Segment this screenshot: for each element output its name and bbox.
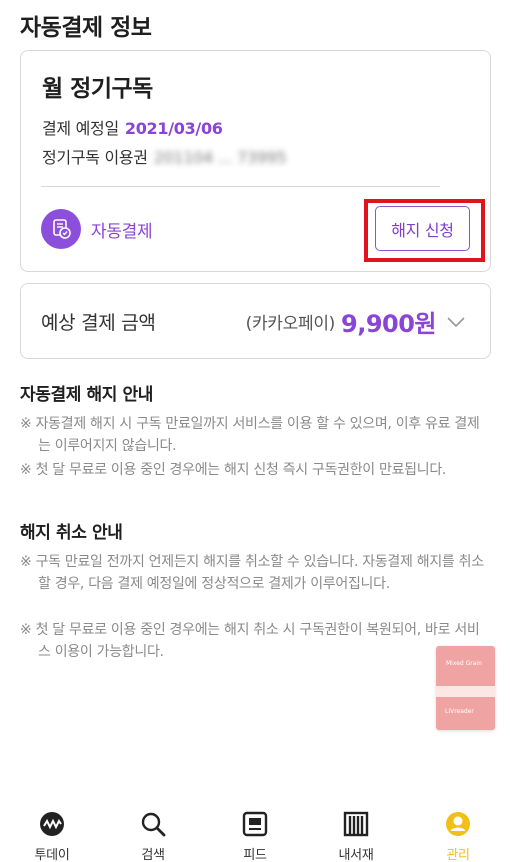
nav-item-search[interactable]: 검색 [118, 810, 188, 862]
revoke-notice-2: ※ 첫 달 무료로 이용 중인 경우에는 해지 취소 시 구독권한이 복원되어,… [20, 622, 480, 660]
price-card[interactable]: 예상 결제 금액 (카카오페이) 9,900원 [20, 283, 491, 359]
revoke-info-title: 해지 취소 안내 [20, 523, 123, 543]
nav-item-today[interactable]: 투데이 [17, 810, 87, 862]
subscription-card: 월 정기구독 결제 예정일 2021/03/06 정기구독 이용권 201104 .… [20, 50, 491, 272]
thumbnail-title: Mixed Grain [446, 660, 482, 667]
search-icon [141, 812, 166, 837]
cancel-notice-2: ※ 첫 달 무료로 이용 중인 경우에는 해지 신청 즉시 구독권한이 만료됩니… [20, 462, 447, 478]
nav-label-search: 검색 [141, 848, 165, 862]
plan-name: 월 정기구독 [42, 76, 153, 102]
cancel-info-title: 자동결제 해지 안내 [20, 385, 153, 405]
page-title: 자동결제 정보 [20, 15, 152, 41]
price-amount: 9,900원 [341, 310, 437, 338]
nav-label-manage: 관리 [446, 848, 470, 862]
nav-item-manage[interactable]: 관리 [423, 810, 493, 862]
feed-icon [242, 811, 268, 837]
ticket-label: 정기구독 이용권 [42, 148, 148, 167]
ticket-row: 정기구독 이용권 201104 ... 73995 [42, 144, 287, 168]
payment-date-label: 결제 예정일 [42, 119, 119, 138]
chevron-down-icon[interactable] [446, 315, 466, 329]
auto-payment-icon [41, 209, 81, 249]
nav-label-library: 내서재 [338, 848, 374, 862]
library-icon [343, 811, 369, 837]
revoke-notice-1: ※ 구독 만료일 전까지 언제든지 해지를 취소할 수 있습니다. 자동결제 해… [20, 554, 484, 592]
payment-date-row: 결제 예정일 2021/03/06 [42, 115, 223, 139]
nav-item-feed[interactable]: 피드 [220, 810, 290, 862]
cancel-notice-1: ※ 자동결제 해지 시 구독 만료일까지 서비스를 이용 할 수 있으며, 이후… [20, 416, 480, 454]
card-divider [41, 186, 440, 187]
thumbnail-band [436, 686, 495, 697]
today-icon [40, 812, 64, 836]
ticket-value: 201104 ... 73995 [153, 148, 287, 167]
floating-book-thumbnail[interactable]: Mixed Grain LIVreader [436, 646, 495, 730]
bottom-nav: 투데이 검색 피드 내서재 관리 [0, 800, 510, 862]
nav-label-today: 투데이 [34, 848, 70, 862]
nav-label-feed: 피드 [243, 848, 267, 862]
nav-item-library[interactable]: 내서재 [321, 810, 391, 862]
price-label: 예상 결제 금액 [41, 312, 156, 334]
thumbnail-brand: LIVreader [445, 708, 474, 715]
payment-date-value: 2021/03/06 [124, 119, 223, 138]
profile-icon [446, 812, 470, 836]
cancel-subscription-button[interactable]: 해지 신청 [375, 206, 470, 251]
auto-payment-label: 자동결제 [91, 222, 153, 242]
payment-method: (카카오페이) [245, 314, 336, 334]
price-summary: (카카오페이) 9,900원 [246, 304, 466, 339]
